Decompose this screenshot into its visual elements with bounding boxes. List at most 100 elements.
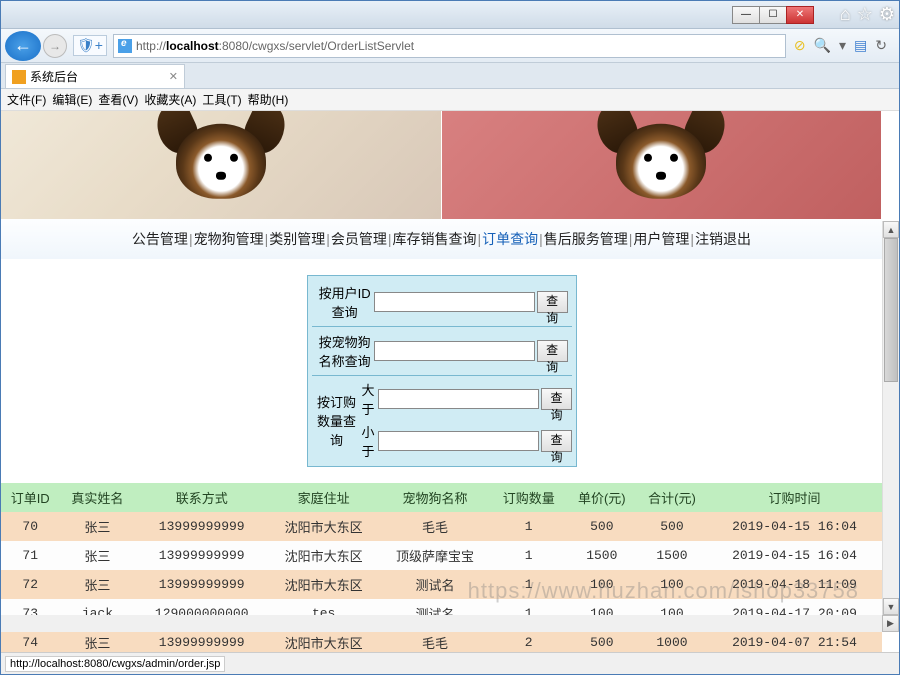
table-cell: 毛毛 [379, 512, 490, 541]
status-url: http://localhost:8080/cwgxs/admin/order.… [5, 656, 225, 672]
table-header-cell: 合计(元) [637, 483, 707, 512]
search-petname-input[interactable] [374, 341, 535, 361]
search-lt-input[interactable] [378, 431, 539, 451]
nav-separator: | [478, 231, 482, 247]
ie-icon [118, 39, 132, 53]
security-shield-icon[interactable]: 🛡+ [73, 35, 107, 56]
close-button[interactable]: ✕ [786, 6, 814, 24]
nav-link-3[interactable]: 会员管理 [331, 231, 387, 247]
gear-icon[interactable]: ⚙ [879, 4, 895, 25]
browser-window: — ☐ ✕ ⌂ ☆ ⚙ ← → 🛡+ http://localhost:8080… [0, 0, 900, 675]
menu-favorites[interactable]: 收藏夹(A) [144, 91, 196, 108]
banner-image-right [442, 111, 883, 219]
nav-separator: | [265, 231, 269, 247]
scroll-thumb[interactable] [884, 238, 898, 382]
star-icon[interactable]: ☆ [857, 4, 873, 25]
scroll-down-button[interactable]: ▼ [883, 598, 899, 615]
table-cell: 100 [637, 570, 707, 599]
nav-separator: | [326, 231, 330, 247]
nav-link-8[interactable]: 注销退出 [695, 231, 751, 247]
banner-image-left [1, 111, 442, 219]
scroll-up-button[interactable]: ▲ [883, 221, 899, 238]
nav-link-2[interactable]: 类别管理 [269, 231, 325, 247]
dropdown-icon[interactable]: ▾ [839, 37, 846, 54]
search-icon[interactable]: 🔍 [814, 37, 831, 54]
menu-tools[interactable]: 工具(T) [202, 91, 241, 108]
address-bar[interactable]: http://localhost:8080/cwgxs/servlet/Orde… [113, 34, 786, 58]
table-cell: 72 [1, 570, 59, 599]
search-user-label: 按用户ID查询 [316, 283, 374, 321]
nav-link-4[interactable]: 库存销售查询 [393, 231, 477, 247]
menu-view[interactable]: 查看(V) [98, 91, 138, 108]
table-cell: 100 [567, 570, 637, 599]
table-cell: 1 [491, 541, 567, 570]
menu-file[interactable]: 文件(F) [7, 91, 46, 108]
menu-bar: 文件(F) 编辑(E) 查看(V) 收藏夹(A) 工具(T) 帮助(H) [1, 89, 899, 111]
tab-bar: 系统后台 ✕ [1, 63, 899, 89]
search-lt-button[interactable]: 查询 [541, 430, 571, 452]
table-header-cell: 单价(元) [567, 483, 637, 512]
maximize-button[interactable]: ☐ [759, 6, 787, 24]
nav-separator: | [189, 231, 193, 247]
table-cell: 张三 [59, 512, 135, 541]
search-gt-label: 大于 [361, 380, 378, 418]
search-gt-button[interactable]: 查询 [541, 388, 571, 410]
nav-link-1[interactable]: 宠物狗管理 [194, 231, 264, 247]
admin-nav: 公告管理|宠物狗管理|类别管理|会员管理|库存销售查询|订单查询|售后服务管理|… [1, 219, 882, 259]
table-cell: 沈阳市大东区 [268, 541, 379, 570]
search-gt-input[interactable] [378, 389, 539, 409]
banner [1, 111, 882, 219]
search-user-button[interactable]: 查询 [537, 291, 568, 313]
address-text: http://localhost:8080/cwgxs/servlet/Orde… [136, 39, 414, 53]
table-cell: 1 [491, 570, 567, 599]
tab-favicon-icon [12, 70, 26, 84]
table-cell: 沈阳市大东区 [268, 570, 379, 599]
search-qty-label: 按订购数量查询 [312, 392, 362, 449]
table-cell: 1500 [567, 541, 637, 570]
vertical-scrollbar[interactable]: ▲ ▼ [882, 221, 899, 632]
compat-icon[interactable]: ⊘ [794, 37, 806, 54]
nav-link-0[interactable]: 公告管理 [132, 231, 188, 247]
titlebar-extra-icons: ⌂ ☆ ⚙ [840, 4, 895, 25]
table-header-row: 订单ID真实姓名联系方式家庭住址宠物狗名称订购数量单价(元)合计(元)订购时间 [1, 483, 882, 512]
table-header-cell: 宠物狗名称 [379, 483, 490, 512]
table-cell: 13999999999 [135, 541, 268, 570]
table-cell: 2019-04-18 11:09 [707, 570, 882, 599]
table-header-cell: 订购数量 [491, 483, 567, 512]
table-header-cell: 联系方式 [135, 483, 268, 512]
table-header-cell: 订单ID [1, 483, 59, 512]
scroll-right-button[interactable]: ▶ [882, 615, 899, 632]
forward-button[interactable]: → [43, 34, 67, 58]
table-cell: 张三 [59, 541, 135, 570]
home-icon[interactable]: ⌂ [840, 4, 851, 25]
minimize-button[interactable]: — [732, 6, 760, 24]
browser-tab[interactable]: 系统后台 ✕ [5, 64, 185, 88]
menu-help[interactable]: 帮助(H) [248, 91, 289, 108]
nav-link-7[interactable]: 用户管理 [633, 231, 689, 247]
table-cell: 71 [1, 541, 59, 570]
search-user-input[interactable] [374, 292, 535, 312]
nav-link-5[interactable]: 订单查询 [482, 231, 538, 247]
nav-link-6[interactable]: 售后服务管理 [544, 231, 628, 247]
toolbar-right: ⊘ 🔍 ▾ ▤ ↻ [786, 37, 895, 54]
page-icon[interactable]: ▤ [854, 37, 867, 54]
status-bar: http://localhost:8080/cwgxs/admin/order.… [1, 652, 899, 674]
tab-close-icon[interactable]: ✕ [169, 70, 178, 83]
table-cell: 13999999999 [135, 512, 268, 541]
table-cell: 70 [1, 512, 59, 541]
horizontal-scrollbar[interactable]: ▶ [1, 615, 899, 632]
table-cell: 2019-04-15 16:04 [707, 512, 882, 541]
search-petname-button[interactable]: 查询 [537, 340, 568, 362]
table-row[interactable]: 72张三13999999999沈阳市大东区测试名11001002019-04-1… [1, 570, 882, 599]
tab-title: 系统后台 [30, 68, 78, 85]
table-cell: 张三 [59, 570, 135, 599]
refresh-icon[interactable]: ↻ [875, 37, 887, 54]
nav-separator: | [690, 231, 694, 247]
table-row[interactable]: 71张三13999999999沈阳市大东区顶级萨摩宝宝1150015002019… [1, 541, 882, 570]
table-cell: 13999999999 [135, 570, 268, 599]
table-header-cell: 订购时间 [707, 483, 882, 512]
table-cell: 顶级萨摩宝宝 [379, 541, 490, 570]
table-row[interactable]: 70张三13999999999沈阳市大东区毛毛15005002019-04-15… [1, 512, 882, 541]
menu-edit[interactable]: 编辑(E) [52, 91, 92, 108]
back-button[interactable]: ← [5, 31, 41, 61]
